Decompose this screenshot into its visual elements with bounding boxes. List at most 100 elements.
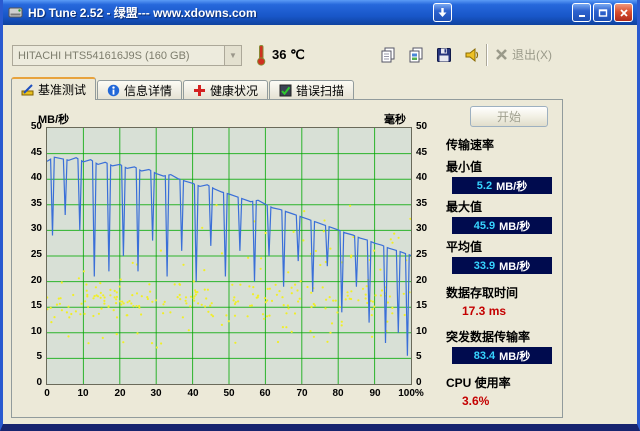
axis-tick: 50: [416, 121, 428, 132]
axis-tick: 35: [30, 198, 42, 209]
close-button[interactable]: [614, 3, 633, 22]
axis-tick: 30: [416, 223, 428, 234]
maximize-icon: [598, 8, 607, 17]
app-icon: [8, 7, 23, 18]
hdtune-window: HD Tune 2.52 - 绿盟--- www.xdowns.com HITA…: [0, 0, 640, 431]
axis-tick: 35: [416, 198, 428, 209]
axis-tick: 15: [30, 300, 42, 311]
axis-tick: 25: [30, 249, 42, 260]
error-scan-check-icon: [279, 84, 292, 97]
sound-button[interactable]: [459, 42, 484, 67]
window-controls: [572, 3, 633, 22]
tab-info-label: 信息详情: [124, 84, 173, 98]
start-button-label: 开始: [496, 110, 521, 124]
toolbar-separator: [486, 44, 488, 66]
tab-strip: 基准测试 信息详情 健康状况 错误扫描: [11, 77, 355, 100]
axis-tick: 0: [44, 388, 50, 399]
maximize-button[interactable]: [593, 3, 612, 22]
temperature-value: 36 ℃: [272, 47, 305, 62]
chevron-down-icon: ▼: [224, 46, 241, 65]
minimize-icon: [578, 14, 585, 17]
titlebar: HD Tune 2.52 - 绿盟--- www.xdowns.com: [3, 0, 637, 25]
avg-value-badge: 33.9 MB/秒: [452, 257, 552, 274]
tab-error-scan-label: 错误扫描: [296, 84, 345, 98]
axis-tick: 5: [416, 351, 422, 362]
max-label: 最大值: [446, 200, 483, 214]
axis-tick: 60: [259, 388, 271, 399]
tab-info[interactable]: 信息详情: [97, 80, 183, 100]
toolbar-buttons: [375, 42, 484, 67]
save-button[interactable]: [431, 42, 456, 67]
axis-tick: 50: [223, 388, 235, 399]
avg-value: 33.9: [473, 259, 496, 272]
axis-tick: 90: [369, 388, 381, 399]
axis-tick: 80: [332, 388, 344, 399]
benchmark-chart-canvas: [46, 128, 412, 384]
axis-tick: 30: [30, 223, 42, 234]
axis-tick: 20: [114, 388, 126, 399]
max-unit: MB/秒: [499, 220, 531, 233]
tab-benchmark[interactable]: 基准测试: [11, 77, 97, 100]
axis-tick: 0: [416, 377, 422, 388]
transfer-rate-title: 传输速率: [446, 138, 495, 152]
minimize-button[interactable]: [572, 3, 591, 22]
axis-tick: 70: [296, 388, 308, 399]
max-value-badge: 45.9 MB/秒: [452, 217, 552, 234]
copy-icon: [381, 47, 394, 62]
tab-health[interactable]: 健康状况: [183, 80, 269, 100]
axis-tick: 10: [77, 388, 89, 399]
access-time-label: 数据存取时间: [446, 286, 519, 300]
copy-image-button[interactable]: [403, 42, 428, 67]
tab-benchmark-label: 基准测试: [38, 83, 87, 97]
axis-tick: 100%: [398, 388, 424, 399]
min-unit: MB/秒: [496, 180, 528, 193]
download-button[interactable]: [433, 3, 452, 22]
temperature-indicator: 36 ℃: [255, 44, 305, 66]
axis-tick: 40: [30, 172, 42, 183]
axis-tick: 40: [416, 172, 428, 183]
cpu-usage-label: CPU 使用率: [446, 376, 511, 390]
benchmark-icon: [21, 84, 34, 96]
axis-tick: 20: [30, 275, 42, 286]
max-value: 45.9: [473, 219, 496, 232]
axis-tick: 15: [416, 300, 428, 311]
axis-tick: 50: [30, 121, 42, 132]
tab-error-scan[interactable]: 错误扫描: [269, 80, 355, 100]
burst-unit: MB/秒: [499, 350, 531, 363]
thermometer-icon: [257, 45, 266, 66]
axis-tick: 40: [187, 388, 199, 399]
benchmark-chart: [46, 127, 412, 385]
min-value: 5.2: [476, 179, 493, 192]
cpu-usage-value: 3.6%: [462, 394, 490, 408]
exit-x-icon: [496, 49, 507, 60]
download-arrow-icon: [438, 8, 447, 17]
copy-image-icon: [409, 47, 422, 62]
axis-tick: 10: [30, 326, 42, 337]
copy-button[interactable]: [375, 42, 400, 67]
axis-tick: 30: [150, 388, 162, 399]
burst-value: 83.4: [473, 349, 496, 362]
min-label: 最小值: [446, 160, 483, 174]
burst-rate-label: 突发数据传输率: [446, 330, 531, 344]
exit-button[interactable]: 退出(X): [495, 46, 552, 63]
axis-tick: 5: [36, 351, 42, 362]
results-panel: 传输速率 最小值 5.2 MB/秒 最大值 45.9 MB/秒 平均值 33.9…: [446, 136, 562, 414]
axis-tick: 45: [416, 147, 428, 158]
speaker-icon: [465, 47, 478, 62]
avg-unit: MB/秒: [499, 260, 531, 273]
axis-tick: 20: [416, 275, 428, 286]
axis-tick: 0: [36, 377, 42, 388]
avg-label: 平均值: [446, 240, 483, 254]
exit-label: 退出(X): [512, 48, 552, 62]
left-axis-title: MB/秒: [38, 114, 70, 126]
burst-value-badge: 83.4 MB/秒: [452, 347, 552, 364]
start-button[interactable]: 开始: [470, 106, 548, 127]
access-time-value: 17.3 ms: [462, 304, 507, 318]
benchmark-page: MB/秒 毫秒 开始 50 45 40 35 30 25 20 15 10 5 0 50 45 40 35…: [11, 99, 563, 418]
axis-tick: 10: [416, 326, 428, 337]
tab-health-label: 健康状况: [210, 84, 259, 98]
drive-select-value: HITACHI HTS541616J9S (160 GB): [18, 49, 190, 62]
save-icon: [436, 47, 451, 62]
right-axis-title: 毫秒: [384, 114, 406, 126]
drive-select[interactable]: HITACHI HTS541616J9S (160 GB) ▼: [12, 45, 242, 66]
